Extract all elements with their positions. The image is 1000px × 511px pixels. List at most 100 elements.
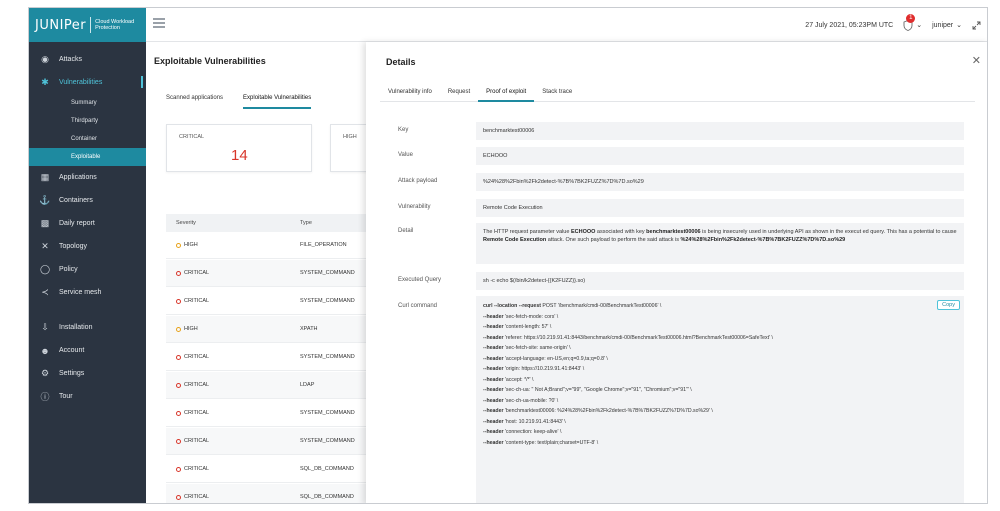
- curl-flag: --header: [483, 376, 504, 383]
- sidebar-item-service-mesh[interactable]: ≺ Service mesh: [29, 281, 146, 304]
- curl-line: --header 'content-type: text/plain;chars…: [483, 438, 957, 449]
- curl-line: --header 'host: 10.219.91.41:8443' \: [483, 417, 957, 428]
- type-cell: SYSTEM_COMMAND: [300, 438, 355, 444]
- bug-icon: ✱: [41, 77, 49, 87]
- curl-flag: --header: [483, 418, 504, 425]
- type-cell: SYSTEM_COMMAND: [300, 270, 355, 276]
- curl-text: 'sec-fetch-site: same-origin' \: [503, 345, 571, 351]
- sidebar-item-label: Daily report: [59, 220, 95, 227]
- close-icon[interactable]: ✕: [972, 54, 981, 67]
- sidebar-subitem-label: Summary: [71, 100, 97, 106]
- sidebar-item-label: Containers: [59, 197, 93, 204]
- curl-line: --header 'content-length: 57' \: [483, 322, 957, 333]
- copy-button[interactable]: Copy: [937, 300, 960, 310]
- detail-text: is being insecurely used in underlying A…: [700, 229, 957, 235]
- sidebar-item-tour[interactable]: ⓘ Tour: [29, 385, 146, 408]
- sidebar-item-attacks[interactable]: ◉ Attacks: [29, 48, 146, 71]
- curl-text: 'sec-ch-ua-mobile: ?0' \: [503, 397, 559, 404]
- detail-text: attack. One such payload to perform the …: [546, 237, 681, 243]
- alerts-button[interactable]: 1 ⌄: [903, 13, 922, 31]
- gear-icon: ⚙: [40, 368, 50, 378]
- curl-flag: --header: [483, 387, 504, 393]
- tab-vulnerability-info[interactable]: Vulnerability info: [380, 80, 440, 102]
- curl-text: 'origin: https://10.219.91.41:8443' \: [503, 366, 585, 372]
- top-right-controls: 27 July 2021, 05:23PM UTC 1 ⌄ juniper ⌄: [805, 8, 981, 42]
- sidebar-item-account[interactable]: ☻ Account: [29, 339, 146, 362]
- tab-exploitable-vulnerabilities[interactable]: Exploitable Vulnerabilities: [243, 95, 312, 109]
- sidebar-subitem-label: Thirdparty: [71, 118, 99, 124]
- curl-flag: --header: [483, 313, 504, 320]
- sidebar-item-label: Service mesh: [59, 289, 102, 296]
- sidebar-item-label: Installation: [59, 324, 93, 331]
- curl-line: --header 'accept: */*' \: [483, 375, 957, 386]
- alert-count-badge: 1: [906, 13, 916, 23]
- curl-command-label: Curl command: [398, 303, 438, 309]
- curl-flag: curl --location --request: [483, 303, 541, 309]
- sidebar-subitem-exploitable[interactable]: Exploitable: [29, 148, 146, 166]
- menu-toggle-icon[interactable]: [153, 18, 165, 28]
- sidebar-subitem-container[interactable]: Container: [29, 130, 146, 148]
- install-icon: ⇩: [41, 322, 49, 332]
- sidebar-item-topology[interactable]: ✕ Topology: [29, 235, 146, 258]
- curl-text: 'content-type: text/plain;charset=UTF-8'…: [503, 439, 599, 446]
- sidebar-item-vulnerabilities[interactable]: ✱ Vulnerabilities: [29, 71, 146, 94]
- key-value: benchmarktest00006: [476, 122, 964, 140]
- tab-scanned-applications[interactable]: Scanned applications: [166, 95, 223, 109]
- sidebar-subitem-summary[interactable]: Summary: [29, 94, 146, 112]
- severity-text: CRITICAL: [184, 410, 210, 416]
- severity-circle-icon: [176, 410, 181, 416]
- sidebar-item-daily-report[interactable]: ▩ Daily report: [29, 212, 146, 235]
- tab-stack-trace[interactable]: Stack trace: [534, 80, 580, 102]
- severity-cell: CRITICAL: [176, 494, 209, 500]
- detail-bold: Remote Code Execution: [483, 237, 547, 243]
- curl-flag: --header: [483, 397, 504, 404]
- value-value: ECHOOO: [476, 147, 964, 165]
- sidebar-subitem-thirdparty[interactable]: Thirdparty: [29, 112, 146, 130]
- type-cell: SYSTEM_COMMAND: [300, 410, 355, 416]
- sidebar-item-label: Applications: [59, 174, 97, 181]
- expand-icon[interactable]: [972, 21, 981, 30]
- user-menu[interactable]: juniper ⌄: [932, 21, 962, 30]
- eye-icon: ◉: [41, 54, 49, 64]
- curl-line: --header 'sec-fetch-site: same-origin' \: [483, 343, 957, 354]
- details-panel: Details ✕ Vulnerability info Request Pro…: [366, 42, 987, 503]
- column-header-severity[interactable]: Severity: [176, 220, 196, 226]
- type-cell: SYSTEM_COMMAND: [300, 298, 355, 304]
- curl-text: 'content-length: 57' \: [503, 324, 552, 330]
- executed-query-label: Executed Query: [398, 277, 442, 283]
- attack-payload-value: %24%28%2Fbin%2Fk2detect-%7B%7BK2FUZZ%7D%…: [476, 173, 964, 191]
- tab-proof-of-exploit[interactable]: Proof of exploit: [478, 80, 535, 102]
- user-name: juniper: [932, 21, 954, 29]
- sidebar-item-label: Account: [59, 347, 85, 354]
- column-header-type[interactable]: Type: [300, 220, 312, 226]
- sidebar-item-installation[interactable]: ⇩ Installation: [29, 316, 146, 339]
- curl-line: --header 'accept-language: en-US,en;q=0.…: [483, 354, 957, 365]
- tab-request[interactable]: Request: [440, 80, 478, 102]
- vulnerability-label: Vulnerability: [398, 204, 431, 210]
- curl-text: 'benchmarktest00006: %24%28%2Fbin%2Fk2de…: [503, 408, 713, 414]
- shield-icon: ◯: [39, 264, 51, 274]
- brand[interactable]: JUNIPer Cloud Workload Protection: [29, 8, 146, 42]
- chart-icon: ▩: [40, 218, 50, 228]
- severity-circle-icon: [176, 354, 181, 360]
- critical-count-card[interactable]: CRITICAL 14: [166, 124, 312, 172]
- severity-cell: CRITICAL: [176, 466, 209, 472]
- sidebar-subitem-label: Exploitable: [71, 154, 101, 160]
- sidebar-item-applications[interactable]: ▦ Applications: [29, 166, 146, 189]
- sidebar-item-settings[interactable]: ⚙ Settings: [29, 362, 146, 385]
- severity-circle-icon: [176, 326, 181, 332]
- detail-value: The HTTP request parameter value ECHOOO …: [476, 223, 964, 264]
- severity-text: CRITICAL: [184, 466, 210, 472]
- vulnerability-value: Remote Code Execution: [476, 199, 964, 217]
- curl-flag: --header: [483, 324, 504, 330]
- sidebar-item-label: Topology: [59, 243, 88, 250]
- sidebar: ◉ Attacks ✱ Vulnerabilities Summary Thir…: [29, 42, 146, 503]
- severity-text: CRITICAL: [184, 438, 210, 444]
- sidebar-item-policy[interactable]: ◯ Policy: [29, 258, 146, 281]
- sidebar-item-containers[interactable]: ⚓ Containers: [29, 189, 146, 212]
- curl-text: 'connection: keep-alive' \: [503, 429, 562, 435]
- curl-text: 'referer: https://10.219.91.41:8443/benc…: [503, 334, 773, 341]
- value-label: Value: [398, 152, 413, 158]
- info-icon: ⓘ: [40, 392, 50, 402]
- severity-circle-icon: [176, 382, 181, 388]
